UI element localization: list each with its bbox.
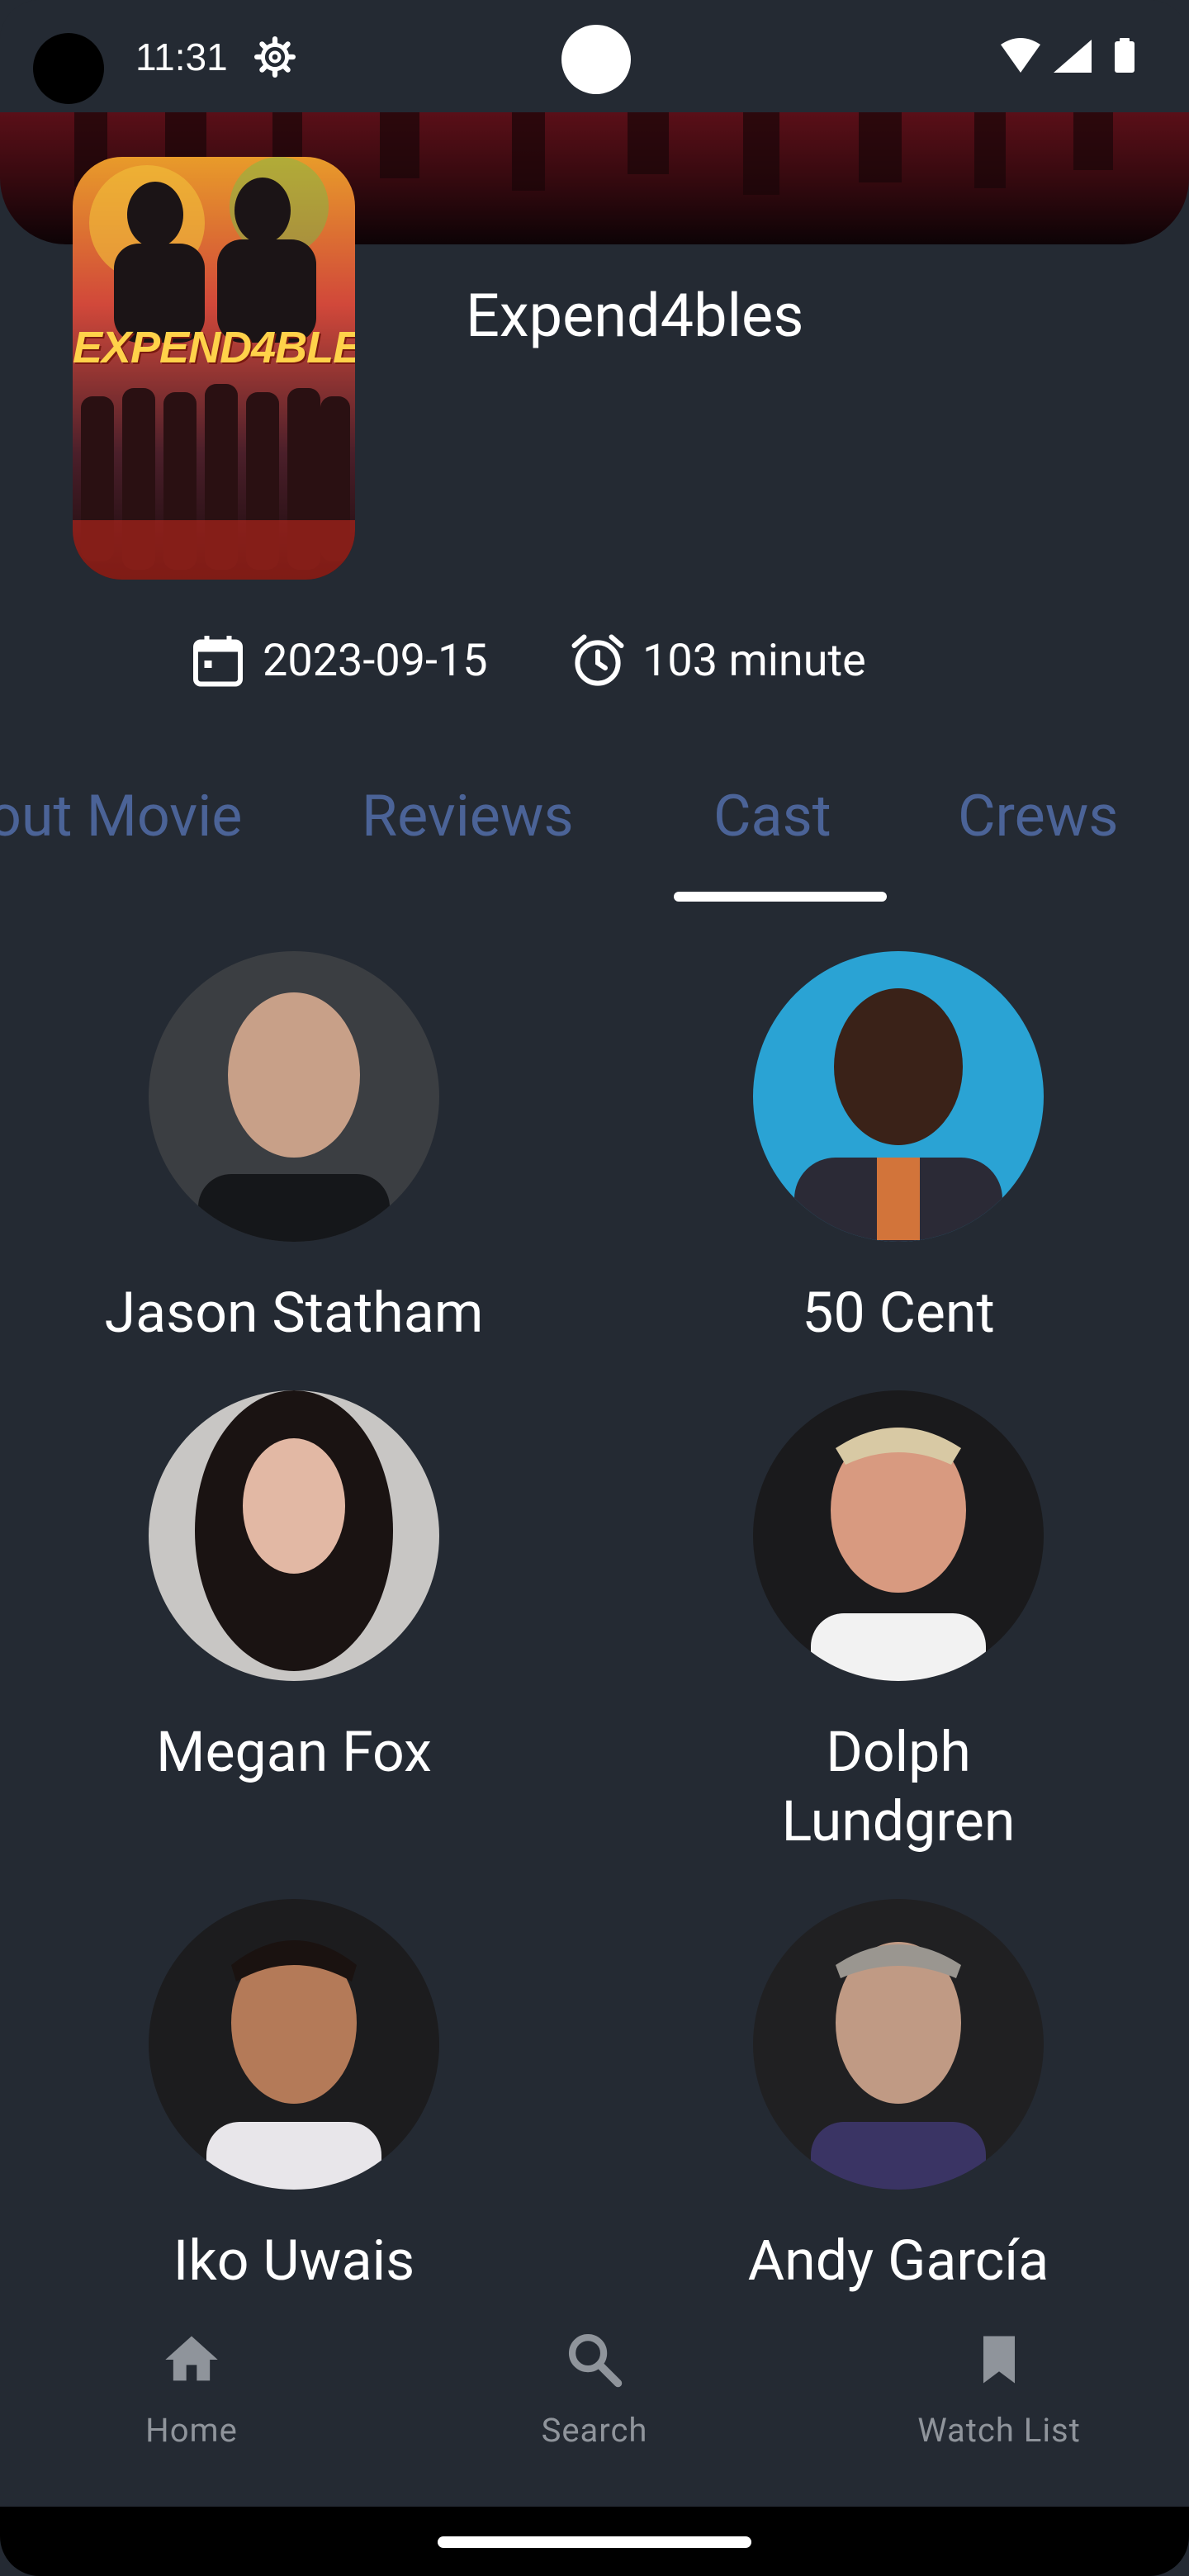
camera-dot xyxy=(33,33,104,104)
poster-title-text: EXPEND4BLES xyxy=(73,323,355,372)
status-time: 11:31 xyxy=(135,36,228,78)
runtime: 103 minute xyxy=(568,627,866,694)
tab-about-movie[interactable]: out Movie xyxy=(0,783,242,850)
cast-photo xyxy=(149,1899,439,2190)
runtime-text: 103 minute xyxy=(642,634,866,687)
tab-selected-indicator xyxy=(674,892,887,902)
cast-card-dolph-lundgren[interactable]: Dolph Lundgren xyxy=(642,1390,1154,1856)
alarm-clock-icon xyxy=(571,634,624,686)
cast-name: Jason Statham xyxy=(104,1280,484,1346)
bookmark-icon xyxy=(983,2336,1015,2384)
wifi-icon xyxy=(1001,38,1040,73)
settings-gear-icon xyxy=(254,36,296,78)
system-status-icons xyxy=(1001,38,1135,73)
home-icon xyxy=(165,2336,218,2381)
cast-photo xyxy=(753,1899,1044,2190)
cast-photo xyxy=(753,951,1044,1242)
tab-reviews[interactable]: Reviews xyxy=(362,783,574,850)
cast-name: Megan Fox xyxy=(156,1719,432,1785)
search-icon xyxy=(568,2333,623,2388)
app-screen: 11:31 EXPEND4BL Expend4bles 2023-09-15 1… xyxy=(0,0,1189,2576)
nav-search-label: Search xyxy=(541,2411,648,2450)
nav-watch-list-label: Watch List xyxy=(917,2411,1081,2450)
tab-cast[interactable]: Cast xyxy=(713,783,831,850)
nav-home[interactable]: Home xyxy=(68,2328,315,2450)
cast-card-50-cent[interactable]: 50 Cent xyxy=(642,951,1154,1347)
cast-name: Andy García xyxy=(747,2228,1049,2294)
front-camera-cutout xyxy=(561,25,631,94)
tab-crews[interactable]: Crews xyxy=(958,783,1118,850)
movie-title: Expend4bles xyxy=(466,281,804,351)
cast-name: 50 Cent xyxy=(802,1280,995,1346)
cast-photo xyxy=(149,951,439,1242)
release-date: 2023-09-15 xyxy=(188,627,488,694)
cast-card-megan-fox[interactable]: Megan Fox xyxy=(38,1390,550,1787)
bottom-navigation: Home Search Watch List xyxy=(0,2312,1189,2507)
cast-photo xyxy=(149,1390,439,1681)
cast-card-iko-uwais[interactable]: Iko Uwais xyxy=(38,1899,550,2295)
signal-icon xyxy=(1054,40,1092,73)
calendar-icon xyxy=(193,636,243,687)
detail-tabs: out Movie Reviews Cast Crews xyxy=(0,776,1189,908)
release-date-text: 2023-09-15 xyxy=(263,634,488,687)
battery-icon xyxy=(1115,41,1135,73)
home-gesture-handle[interactable] xyxy=(438,2536,751,2548)
cast-name: Dolph Lundgren xyxy=(781,1719,1016,1854)
cast-card-jason-statham[interactable]: Jason Statham xyxy=(38,951,550,1347)
status-bar: 11:31 xyxy=(0,0,1189,112)
nav-search[interactable]: Search xyxy=(471,2328,718,2450)
cast-name: Iko Uwais xyxy=(173,2228,415,2294)
cast-card-andy-garcia[interactable]: Andy García xyxy=(642,1899,1154,2295)
nav-home-label: Home xyxy=(145,2411,238,2450)
gesture-navigation-bar xyxy=(0,2507,1189,2576)
cast-photo xyxy=(753,1390,1044,1681)
nav-watch-list[interactable]: Watch List xyxy=(875,2328,1123,2450)
movie-poster: EXPEND4BLES xyxy=(73,157,355,580)
